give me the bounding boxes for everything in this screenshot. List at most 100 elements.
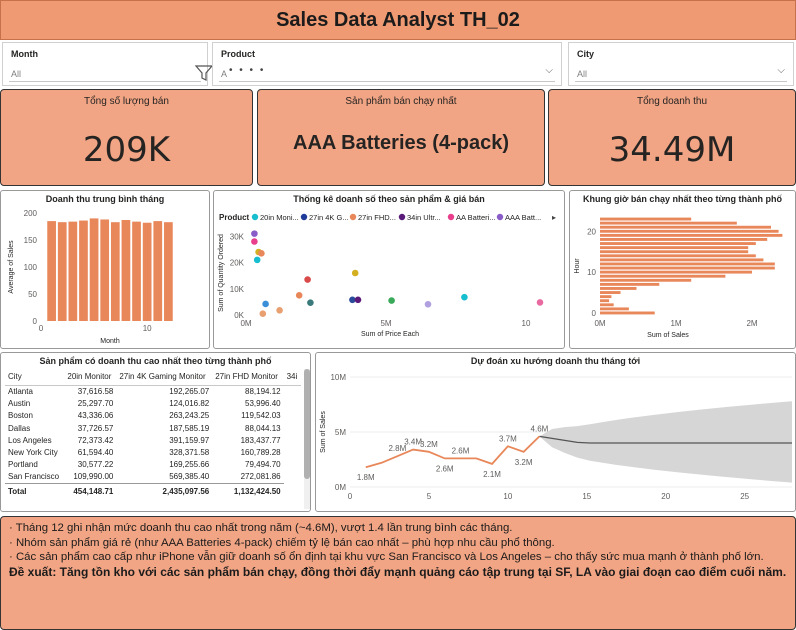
- value-cell: 119,542.03: [241, 411, 281, 421]
- chart-title: Khung giờ bán chạy nhất theo từng thành …: [583, 194, 782, 204]
- y-axis-label: Hour: [574, 258, 581, 274]
- filter-icon[interactable]: [194, 63, 214, 83]
- city-slicer-label: City: [577, 49, 595, 59]
- table-row[interactable]: Austin 25,297.70 124,016.82 53,996.40: [5, 397, 301, 409]
- product-price-scatter-chart[interactable]: Thống kê doanh số theo sản phẩm & giá bá…: [213, 190, 565, 349]
- legend-item: 27in FHD...: [358, 213, 396, 222]
- scatter-point: [251, 230, 258, 237]
- bar: [600, 291, 621, 294]
- monthly-revenue-chart[interactable]: Doanh thu trung bình tháng 0 50 100 150 200 0…: [0, 190, 210, 349]
- table-row[interactable]: Portland 30,577.22 169,255.66 79,494.70: [5, 459, 301, 471]
- bar: [600, 250, 749, 254]
- x-axis-label: Sum of Price Each: [361, 331, 419, 338]
- card-label: Tổng số lượng bán: [84, 96, 169, 107]
- y-tick-label: 20K: [230, 259, 245, 268]
- y-axis-label: Sum of Quantity Ordered: [218, 234, 225, 312]
- legend-title: Product: [219, 213, 250, 222]
- bar: [121, 220, 131, 321]
- legend-marker: [300, 213, 308, 221]
- hour-by-city-chart[interactable]: Khung giờ bán chạy nhất theo từng thành …: [569, 190, 796, 349]
- table-row[interactable]: San Francisco 109,990.00 569,385.40 272,081…: [5, 471, 301, 483]
- scatter-point: [295, 292, 303, 299]
- chart-title: Dự đoán xu hướng doanh thu tháng tới: [470, 356, 641, 366]
- value-cell: 124,016.82: [169, 398, 210, 408]
- top-product-card: Sản phẩm bán chạy nhất AAA Batteries (4-…: [257, 89, 545, 186]
- product-slicer-value[interactable]: A: [221, 69, 227, 79]
- y-tick-label: 0: [33, 317, 38, 326]
- city-slicer-value[interactable]: All: [577, 69, 587, 79]
- month-slicer[interactable]: Month All: [2, 42, 208, 86]
- table-row[interactable]: New York City 61,594.40 328,371.58 160,789.…: [5, 446, 301, 458]
- bar: [600, 217, 692, 221]
- monthly-bar-plot: 0 50 100 150 200 0 10 Month Average of Sales: [8, 209, 173, 345]
- bar: [600, 303, 614, 307]
- value-cell: 109,990.00: [73, 472, 114, 482]
- total-cell: 454,148.71: [64, 482, 117, 500]
- bar: [600, 299, 610, 303]
- value-cell: 88,044.13: [245, 423, 281, 433]
- x-axis-label: Sum of Sales: [647, 332, 689, 339]
- chart-title: Doanh thu trung bình tháng: [45, 194, 165, 204]
- bar: [600, 246, 749, 250]
- y-tick-label: 50: [28, 290, 37, 299]
- forecast-chart[interactable]: Dự đoán xu hướng doanh thu tháng tới 0M 5…: [315, 352, 796, 512]
- table-row[interactable]: Dallas 37,726.57 187,585.19 88,044.13: [5, 422, 301, 434]
- x-tick-label: 15: [582, 492, 591, 501]
- bar: [600, 229, 779, 233]
- bar: [600, 258, 764, 262]
- table-row[interactable]: Boston 43,336.06 263,243.25 119,542.03: [5, 410, 301, 422]
- value-cell: 37,726.57: [77, 423, 114, 433]
- value-cell: 37,616.58: [77, 386, 114, 396]
- bar: [600, 266, 775, 270]
- insight-line: · Các sản phẩm cao cấp như iPhone vẫn gi…: [9, 551, 764, 563]
- bar: [68, 221, 78, 321]
- column-header[interactable]: 34i: [283, 369, 301, 386]
- legend-item: AAA Batt...: [505, 213, 541, 222]
- bar: [600, 225, 771, 229]
- total-cell: Total: [5, 482, 65, 500]
- value-cell: 25,297.70: [77, 398, 114, 408]
- bar: [600, 287, 637, 290]
- table-title: Sản phẩm có doanh thu cao nhất theo từng…: [39, 356, 272, 366]
- value-cell: 43,336.06: [77, 411, 114, 421]
- x-tick-label: 25: [740, 492, 749, 501]
- y-tick-label: 0M: [335, 483, 346, 492]
- product-slicer[interactable]: Product A • • • • ⌵: [212, 42, 562, 86]
- chevron-down-icon[interactable]: ⌵: [545, 65, 553, 76]
- table-row[interactable]: Los Angeles 72,373.42 391,159.97 183,437.77: [5, 434, 301, 446]
- data-label: 2.6M: [452, 446, 470, 455]
- x-tick-label: 10: [503, 492, 512, 501]
- bar: [142, 222, 152, 321]
- table-scrollbar[interactable]: [304, 369, 310, 509]
- column-header[interactable]: 20in Monitor: [64, 369, 117, 386]
- hour-bar-plot: 0 10 20 0M 1M 2M Sum of Sales Hour: [574, 217, 783, 339]
- value-cell: 569,385.40: [169, 472, 210, 482]
- bar: [57, 222, 67, 321]
- bar: [600, 307, 629, 311]
- report-title: Sales Data Analyst TH_02: [0, 0, 796, 40]
- month-slicer-underline: [9, 81, 201, 82]
- scatter-point: [536, 299, 544, 306]
- column-header[interactable]: 27in FHD Monitor: [212, 369, 284, 386]
- city-slicer[interactable]: City All ⌵: [568, 42, 794, 86]
- scrollbar-thumb[interactable]: [304, 369, 310, 479]
- column-header[interactable]: City: [5, 369, 65, 386]
- chevron-down-icon[interactable]: ⌵: [777, 65, 785, 76]
- x-axis-label: Month: [100, 338, 120, 345]
- column-header[interactable]: 27in 4K Gaming Monitor: [116, 369, 213, 386]
- y-tick-label: 0: [592, 309, 597, 318]
- more-options-icon[interactable]: • • • •: [229, 65, 265, 76]
- bar: [79, 220, 88, 321]
- insights-notes: · Tháng 12 ghi nhận mức doanh thu cao nh…: [0, 516, 796, 630]
- scatter-point: [307, 299, 314, 306]
- table-row[interactable]: Atlanta 37,616.58 192,265.07 88,194.12: [5, 385, 301, 397]
- value-cell: 391,159.97: [169, 435, 210, 445]
- scatter-point: [354, 296, 362, 304]
- bar: [600, 238, 768, 241]
- scatter-plot: Product 20in Moni... 27in 4K G... 27in FHD.…: [218, 213, 556, 338]
- bar: [600, 282, 660, 286]
- forecast-line-plot: 0M5M10M0 5 10 15 20 251.8M2.8M3.4M3.2M2.6M2.6…: [320, 373, 792, 501]
- product-slicer-label: Product: [221, 49, 256, 59]
- month-slicer-value[interactable]: All: [11, 69, 21, 79]
- city-product-table[interactable]: Sản phẩm có doanh thu cao nhất theo từng…: [0, 352, 311, 512]
